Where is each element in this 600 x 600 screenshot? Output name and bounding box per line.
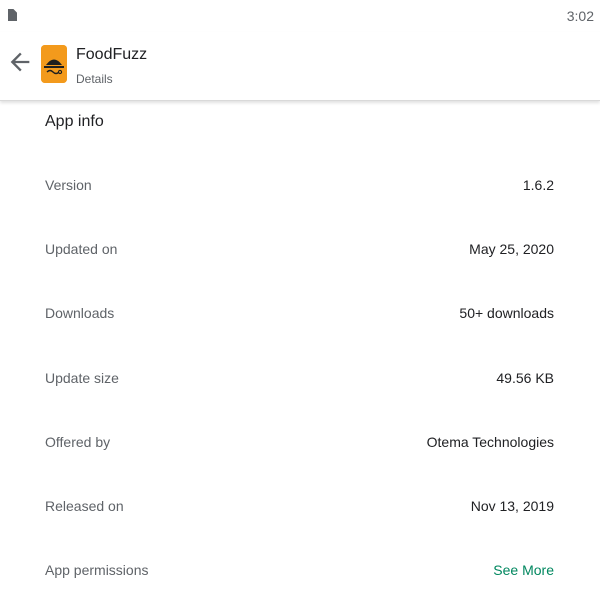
info-label: App permissions [45,562,149,578]
info-row-released-on: Released on Nov 13, 2019 [0,488,600,528]
app-details-screen: 3:02 FoodFuzz Details App info Version 1… [0,0,600,600]
app-info-content: App info Version 1.6.2 Updated on May 25… [0,101,600,600]
info-label: Update size [45,370,119,386]
info-label: Updated on [45,241,118,257]
sim-card-icon [8,9,17,21]
info-value: 49.56 KB [496,370,554,386]
info-value: May 25, 2020 [469,241,554,257]
foodfuzz-app-icon [41,45,67,83]
info-row-updated-on: Updated on May 25, 2020 [0,231,600,271]
info-row-app-permissions: App permissions See More [0,552,600,592]
info-value: 1.6.2 [522,177,554,193]
app-toolbar: FoodFuzz Details [0,32,600,101]
status-time: 3:02 [566,8,594,24]
info-label: Offered by [45,434,111,450]
info-value: Nov 13, 2019 [470,498,554,514]
info-row-offered-by: Offered by Otema Technologies [0,424,600,464]
arrow-back-icon [10,52,30,72]
info-row-downloads: Downloads 50+ downloads [0,295,600,335]
info-row-version: Version 1.6.2 [0,167,600,207]
info-label: Released on [45,498,124,514]
status-bar: 3:02 [0,0,600,32]
info-value: 50+ downloads [459,305,554,321]
info-value: Otema Technologies [426,434,554,450]
back-button[interactable] [6,48,34,76]
app-name: FoodFuzz [76,46,148,63]
info-label: Version [45,177,92,193]
app-subtitle: Details [76,72,113,86]
info-row-update-size: Update size 49.56 KB [0,360,600,400]
info-label: Downloads [45,305,115,321]
section-title: App info [45,113,104,130]
see-more-link[interactable]: See More [493,562,554,578]
